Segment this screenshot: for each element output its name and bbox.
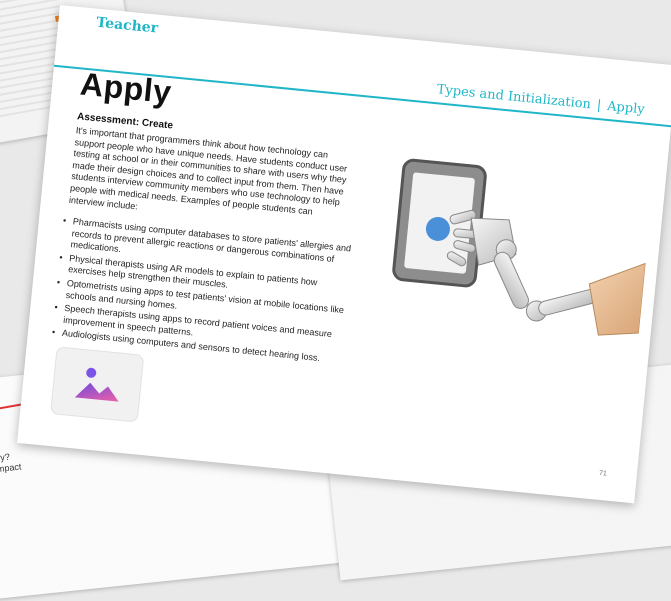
- breadcrumb-separator: |: [596, 97, 602, 114]
- teacher-label: Teacher: [95, 14, 159, 37]
- background-text-snippet: ify? mpact: [0, 451, 22, 475]
- page-number: 71: [598, 469, 608, 478]
- robot-hand-tapping-tablet-icon: [392, 158, 647, 336]
- breadcrumb-current: Apply: [606, 98, 646, 118]
- snippet-line: mpact: [0, 461, 22, 475]
- breadcrumb-section: Types and Initialization: [436, 82, 592, 113]
- examples-list: Pharmacists using computer databases to …: [49, 215, 357, 369]
- page-title: Apply: [78, 65, 174, 111]
- intro-paragraph: It's important that programmers think ab…: [68, 125, 348, 217]
- image-placeholder: [50, 346, 145, 423]
- image-icon: [74, 367, 119, 402]
- slide-page: Teacher Types and Initialization | Apply A…: [17, 5, 671, 504]
